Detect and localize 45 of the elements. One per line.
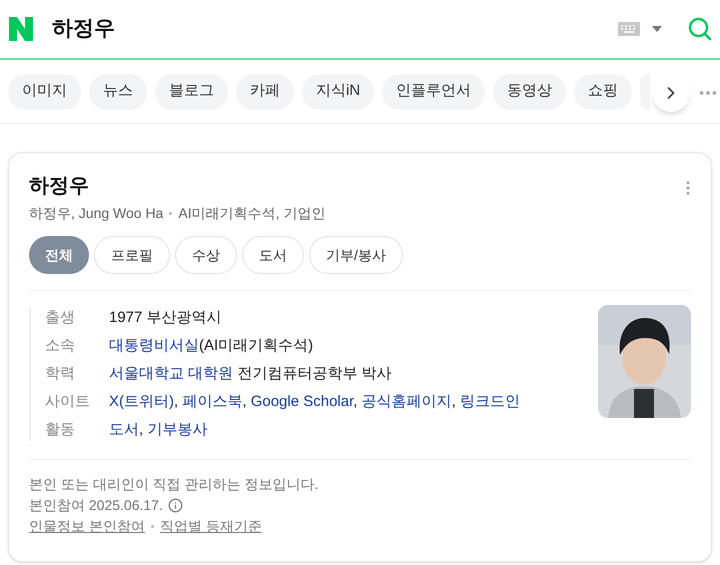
- logo-icon[interactable]: [8, 16, 34, 42]
- profile-subtitle: 하정우, Jung Woo Ha: [29, 204, 164, 223]
- profile-tab[interactable]: 수상: [175, 236, 237, 274]
- footer-link[interactable]: 인물정보 본인참여: [29, 516, 145, 537]
- info-value: 도서, 기부봉사: [109, 420, 208, 440]
- profile-roles: AI미래기획수석, 기업인: [178, 204, 326, 223]
- info-icon[interactable]: [168, 498, 183, 513]
- category-chip[interactable]: 카페: [236, 74, 294, 110]
- info-value: 1977 부산광역시: [109, 308, 222, 328]
- profile-name: 하정우: [29, 174, 89, 199]
- info-link[interactable]: 공식홈페이지: [362, 393, 452, 410]
- category-chip[interactable]: 블로그: [155, 74, 228, 110]
- info-link[interactable]: 기부봉사: [147, 421, 208, 438]
- info-label: 활동: [45, 420, 76, 440]
- footer-link[interactable]: 직업별 등재기준: [160, 516, 262, 537]
- info-label: 사이트: [45, 392, 91, 412]
- info-label: 학력: [45, 364, 76, 384]
- info-link[interactable]: Google Scholar: [250, 393, 354, 410]
- category-chip[interactable]: 쇼핑: [574, 74, 632, 110]
- profile-tab[interactable]: 도서: [242, 236, 304, 274]
- category-chip[interactable]: 이미지: [8, 74, 81, 110]
- info-link[interactable]: 페이스북: [182, 393, 242, 410]
- info-value: 서울대학교 대학원 전기컴퓨터공학부 박사: [109, 364, 392, 384]
- caret-icon[interactable]: [652, 26, 662, 32]
- category-chip[interactable]: 동영상: [493, 74, 566, 110]
- info-label: 출생: [45, 308, 76, 328]
- info-label: 소속: [45, 336, 76, 356]
- search-query[interactable]: 하정우: [52, 13, 115, 45]
- info-link[interactable]: 도서: [109, 421, 139, 438]
- profile-tab[interactable]: 프로필: [94, 236, 170, 274]
- info-link[interactable]: 링크드인: [460, 393, 520, 410]
- info-link[interactable]: 대통령비서실: [109, 337, 199, 354]
- profile-tab[interactable]: 기부/봉사: [309, 236, 403, 274]
- next-button[interactable]: [652, 74, 690, 112]
- category-chip[interactable]: 지식iN: [302, 74, 374, 110]
- info-link[interactable]: X(트위터): [109, 393, 174, 410]
- notice-text: 본인 또는 대리인이 직접 관리하는 정보입니다.: [29, 475, 320, 494]
- info-value: 대통령비서실(AI미래기획수석): [109, 336, 314, 356]
- category-chip[interactable]: 뉴스: [89, 74, 147, 110]
- keyboard-icon[interactable]: [618, 22, 640, 36]
- info-link[interactable]: 서울대학교 대학원: [109, 365, 234, 382]
- search-icon[interactable]: [688, 17, 712, 41]
- updated-text: 본인참여 2025.06.17.: [29, 496, 163, 515]
- info-value: X(트위터), 페이스북, Google Scholar, 공식홈페이지, 링크드인: [109, 392, 520, 412]
- category-chip[interactable]: 인플루언서: [382, 74, 486, 110]
